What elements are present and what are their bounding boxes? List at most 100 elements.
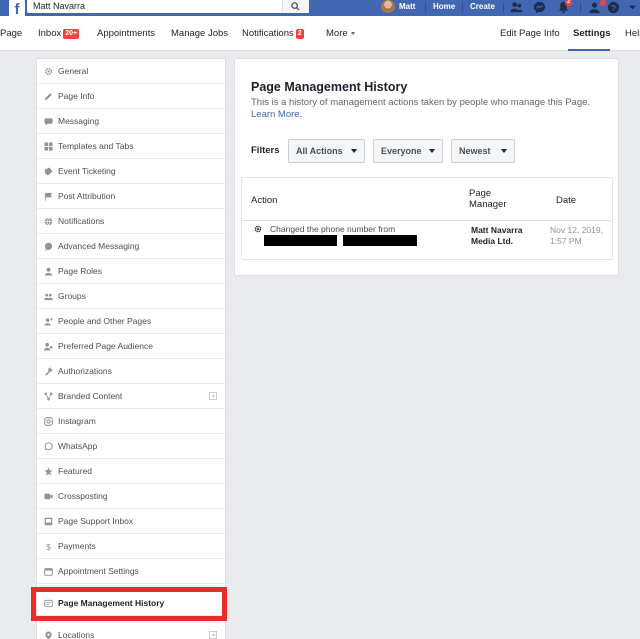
- table-row: Changed the phone number from Matt Navar…: [242, 220, 612, 259]
- sidebar-item-label: Locations: [58, 630, 95, 639]
- search-button[interactable]: [282, 0, 309, 13]
- globe-icon: [44, 217, 53, 226]
- star-icon: [44, 467, 53, 476]
- wrench-icon: [45, 367, 53, 376]
- sidebar-item-post-attribution[interactable]: Post Attribution: [37, 184, 225, 209]
- sidebar-item-label: Event Ticketing: [58, 166, 116, 176]
- person-plus-icon: [44, 317, 53, 326]
- nav-edit-page-info[interactable]: Edit Page Info: [500, 16, 560, 50]
- create-link[interactable]: Create: [470, 0, 495, 14]
- filter-sort-dropdown[interactable]: Newest: [451, 139, 515, 163]
- sidebar-item-label: Templates and Tabs: [58, 141, 134, 151]
- learn-more-link[interactable]: Learn More.: [251, 109, 302, 120]
- page-description: This is a history of management actions …: [251, 97, 591, 120]
- sidebar-item-appointment-settings[interactable]: Appointment Settings: [37, 559, 225, 584]
- history-table: Action Page Manager Date Changed the pho…: [241, 177, 613, 260]
- nav-notifications[interactable]: Notifications 2: [242, 16, 304, 50]
- profile-link[interactable]: Matt: [399, 0, 415, 14]
- chevron-down-icon: [501, 149, 507, 153]
- handshake-icon: [44, 392, 53, 401]
- nav-appointments[interactable]: Appointments: [97, 16, 155, 50]
- page-nav-bar: Page Inbox 20+ Appointments Manage Jobs N…: [0, 16, 640, 51]
- person-icon: [44, 267, 53, 276]
- friend-requests-icon[interactable]: [510, 1, 523, 14]
- nav-manage-jobs[interactable]: Manage Jobs: [171, 16, 228, 50]
- column-header-action: Action: [251, 195, 278, 206]
- active-tab-indicator: [568, 49, 610, 51]
- external-link-icon: [209, 392, 217, 400]
- top-bar: f Matt Home Create 2 ?: [0, 0, 640, 16]
- sidebar-item-messaging[interactable]: Messaging: [37, 109, 225, 134]
- nav-settings[interactable]: Settings: [573, 16, 610, 50]
- sidebar-item-people-and-other-pages[interactable]: People and Other Pages: [37, 309, 225, 334]
- page-title: Page Management History: [251, 80, 408, 94]
- nav-page[interactable]: Page: [0, 16, 22, 50]
- instagram-icon: [44, 417, 53, 426]
- sidebar-item-locations[interactable]: Locations: [37, 623, 225, 639]
- table-header: Action Page Manager Date: [242, 178, 612, 221]
- settings-sidebar: General Page Info Messaging Templates an…: [36, 58, 226, 639]
- inbox-count-badge: 20+: [63, 29, 80, 39]
- sidebar-item-advanced-messaging[interactable]: Advanced Messaging: [37, 234, 225, 259]
- search-bar[interactable]: [27, 0, 309, 13]
- sidebar-item-label: General: [58, 66, 89, 76]
- sidebar-item-payments[interactable]: $ Payments: [37, 534, 225, 559]
- help-question-icon[interactable]: ?: [607, 1, 620, 14]
- chat-icon: [44, 118, 53, 126]
- sidebar-item-authorizations[interactable]: Authorizations: [37, 359, 225, 384]
- column-header-page-manager: Page Manager: [469, 188, 507, 210]
- people-icon: [44, 293, 53, 301]
- alert-dot: [600, 0, 606, 6]
- sidebar-item-groups[interactable]: Groups: [37, 284, 225, 309]
- column-header-date: Date: [556, 195, 577, 206]
- nav-inbox[interactable]: Inbox 20+: [38, 16, 80, 50]
- messenger-icon[interactable]: [533, 1, 546, 14]
- location-icon: [45, 631, 52, 639]
- action-description: Changed the phone number from: [270, 224, 396, 234]
- divider: [425, 3, 426, 12]
- calendar-icon: [44, 568, 53, 576]
- gear-icon: [44, 67, 53, 76]
- nav-help[interactable]: Help: [625, 16, 640, 50]
- filters-label: Filters: [251, 145, 280, 156]
- sidebar-item-label: Advanced Messaging: [58, 241, 140, 251]
- sidebar-item-instagram[interactable]: Instagram: [37, 409, 225, 434]
- sidebar-item-branded-content[interactable]: Branded Content: [37, 384, 225, 409]
- sidebar-item-templates-and-tabs[interactable]: Templates and Tabs: [37, 134, 225, 159]
- sidebar-item-label: WhatsApp: [58, 441, 98, 451]
- sidebar-item-label: Page Support Inbox: [58, 516, 134, 526]
- sidebar-item-whatsapp[interactable]: WhatsApp: [37, 434, 225, 459]
- sidebar-item-page-info[interactable]: Page Info: [37, 84, 225, 109]
- sidebar-item-page-roles[interactable]: Page Roles: [37, 259, 225, 284]
- sidebar-item-general[interactable]: General: [37, 59, 225, 84]
- sidebar-item-event-ticketing[interactable]: Event Ticketing: [37, 159, 225, 184]
- search-input[interactable]: [33, 0, 283, 13]
- sidebar-item-notifications[interactable]: Notifications: [37, 209, 225, 234]
- facebook-logo-icon[interactable]: f: [9, 0, 25, 16]
- external-link-icon: [209, 631, 217, 639]
- inbox-icon: [44, 517, 53, 526]
- sidebar-item-preferred-page-audience[interactable]: Preferred Page Audience: [37, 334, 225, 359]
- filter-actions-dropdown[interactable]: All Actions: [288, 139, 365, 163]
- divider: [580, 3, 581, 12]
- sidebar-item-page-support-inbox[interactable]: Page Support Inbox: [37, 509, 225, 534]
- chevron-down-icon: [350, 32, 355, 35]
- search-icon: [291, 2, 300, 11]
- avatar[interactable]: [381, 0, 395, 13]
- sidebar-item-crossposting[interactable]: Crossposting: [37, 484, 225, 509]
- svg-text:?: ?: [611, 3, 616, 13]
- nav-more[interactable]: More: [326, 16, 355, 50]
- divider: [503, 3, 504, 12]
- sidebar-item-featured[interactable]: Featured: [37, 459, 225, 484]
- dollar-icon: $: [46, 542, 51, 551]
- sidebar-item-label: Messaging: [58, 116, 100, 126]
- video-icon: [44, 493, 53, 500]
- home-link[interactable]: Home: [433, 0, 455, 14]
- sidebar-item-label: Instagram: [58, 416, 96, 426]
- pencil-icon: [44, 93, 52, 101]
- notification-count-badge: 2: [565, 0, 573, 6]
- account-menu-caret-icon[interactable]: [626, 1, 639, 14]
- sidebar-item-label: Branded Content: [58, 391, 123, 401]
- filter-people-dropdown[interactable]: Everyone: [373, 139, 443, 163]
- notifications-count-badge: 2: [295, 29, 304, 39]
